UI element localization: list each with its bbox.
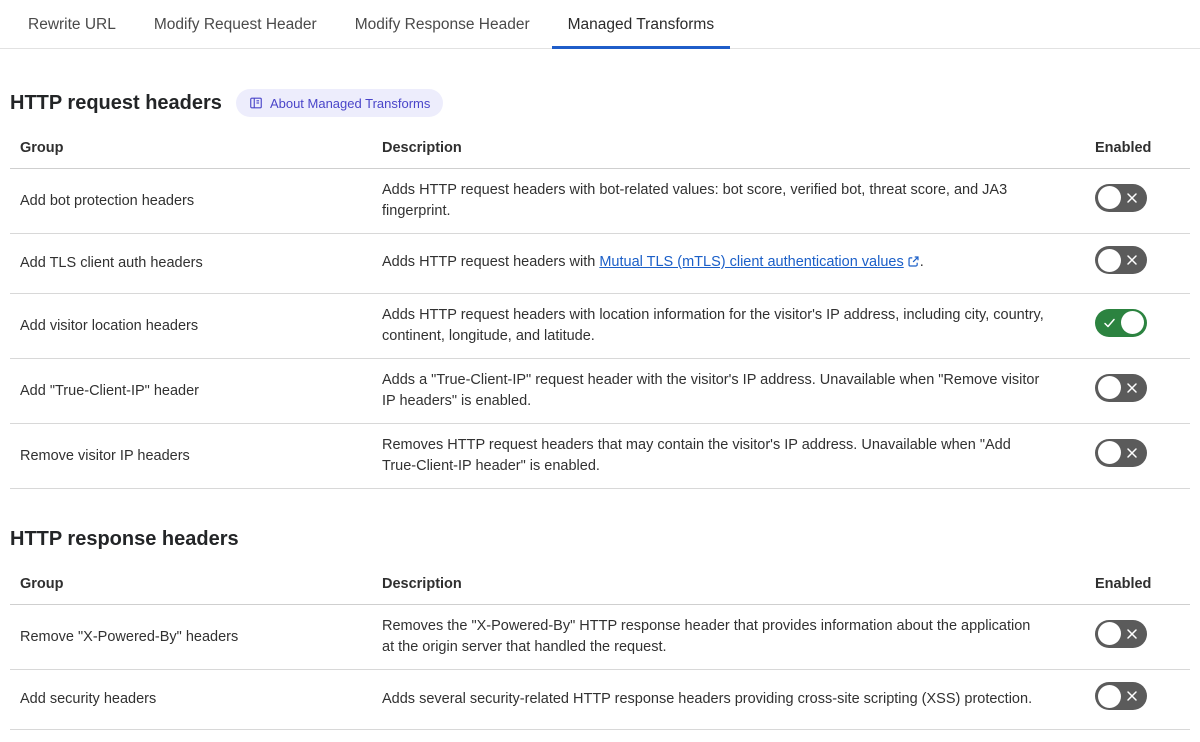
column-header-enabled: Enabled: [1095, 140, 1152, 156]
toggle-knob: [1098, 186, 1121, 209]
group-label: Add TLS client auth headers: [20, 255, 203, 271]
group-label: Add security headers: [20, 691, 157, 707]
table-row-bot-protection: Add bot protection headers Adds HTTP req…: [10, 169, 1190, 234]
group-label: Add "True-Client-IP" header: [20, 382, 200, 399]
toggle-knob: [1098, 248, 1121, 272]
group-label: Remove visitor IP headers: [20, 447, 190, 464]
toggle-knob: [1098, 376, 1121, 399]
table-header-row: Group Description Enabled: [10, 565, 1190, 605]
toggle-true-client-ip[interactable]: [1095, 373, 1147, 402]
transform-rules-tabs: Rewrite URL Modify Request Header Modify…: [0, 0, 1200, 49]
table-row-remove-x-powered-by: Remove "X-Powered-By" headers Removes th…: [10, 605, 1190, 670]
toggle-bot-protection[interactable]: [1095, 183, 1147, 212]
description-text: Removes the "X-Powered-By" HTTP response…: [382, 618, 1031, 655]
column-header-group: Group: [20, 140, 64, 156]
description-after: .: [919, 254, 924, 270]
response-headers-table: Group Description Enabled Remove "X-Powe…: [10, 565, 1190, 730]
badge-label: About Managed Transforms: [269, 95, 431, 111]
external-link-icon: [907, 254, 920, 275]
description-text: Adds HTTP request headers with Mutual TL…: [372, 241, 1085, 286]
table-row-remove-visitor-ip: Remove visitor IP headers Removes HTTP r…: [10, 424, 1190, 489]
description-text: Adds HTTP request headers with location …: [382, 307, 1044, 344]
book-icon: [249, 96, 263, 110]
tab-modify-response-header[interactable]: Modify Response Header: [339, 10, 546, 49]
table-row-tls-client-auth: Add TLS client auth headers Adds HTTP re…: [10, 234, 1190, 294]
toggle-knob: [1098, 441, 1121, 464]
description-text: Removes HTTP request headers that may co…: [382, 437, 1011, 474]
toggle-knob: [1121, 311, 1144, 334]
group-label: Add visitor location headers: [20, 317, 199, 334]
check-icon: [1104, 318, 1115, 327]
description-before: Adds HTTP request headers with: [382, 254, 600, 270]
request-headers-section-title: HTTP request headers About Managed Trans…: [10, 89, 1190, 117]
x-icon: [1127, 255, 1137, 265]
table-header-row: Group Description Enabled: [10, 129, 1190, 169]
managed-transforms-panel: HTTP request headers About Managed Trans…: [0, 89, 1200, 730]
toggle-add-security-headers[interactable]: [1095, 682, 1147, 710]
toggle-knob: [1098, 684, 1121, 708]
x-icon: [1127, 382, 1137, 393]
table-row-true-client-ip: Add "True-Client-IP" header Adds a "True…: [10, 359, 1190, 424]
column-header-description: Description: [382, 140, 462, 156]
request-headers-table: Group Description Enabled Add bot protec…: [10, 129, 1190, 489]
about-managed-transforms-link[interactable]: About Managed Transforms: [235, 89, 444, 117]
toggle-tls-client-auth[interactable]: [1095, 246, 1147, 274]
x-icon: [1127, 192, 1137, 203]
table-row-visitor-location: Add visitor location headers Adds HTTP r…: [10, 294, 1190, 359]
x-icon: [1127, 447, 1137, 458]
description-text: Adds several security-related HTTP respo…: [382, 691, 1033, 707]
tab-managed-transforms[interactable]: Managed Transforms: [551, 10, 731, 49]
toggle-remove-visitor-ip[interactable]: [1095, 438, 1147, 467]
toggle-remove-x-powered-by[interactable]: [1095, 619, 1147, 648]
toggle-visitor-location[interactable]: [1095, 308, 1147, 337]
tab-rewrite-url[interactable]: Rewrite URL: [12, 10, 132, 49]
column-header-description: Description: [382, 576, 462, 592]
response-headers-section-title: HTTP response headers: [10, 525, 1190, 553]
description-text: Adds a "True-Client-IP" request header w…: [382, 372, 1040, 409]
x-icon: [1127, 628, 1137, 639]
column-header-enabled: Enabled: [1095, 576, 1152, 592]
group-label: Add bot protection headers: [20, 192, 195, 209]
table-row-add-security-headers: Add security headers Adds several securi…: [10, 670, 1190, 730]
toggle-knob: [1098, 622, 1121, 645]
tab-modify-request-header[interactable]: Modify Request Header: [138, 10, 333, 49]
group-label: Remove "X-Powered-By" headers: [20, 628, 239, 645]
section-title-text: HTTP response headers: [10, 528, 239, 550]
x-icon: [1127, 691, 1137, 701]
section-title-text: HTTP request headers: [10, 92, 222, 114]
column-header-group: Group: [20, 576, 64, 592]
description-text: Adds HTTP request headers with bot-relat…: [382, 182, 1008, 219]
mtls-docs-link[interactable]: Mutual TLS (mTLS) client authentication …: [599, 254, 919, 270]
link-text: Mutual TLS (mTLS) client authentication …: [599, 254, 904, 270]
